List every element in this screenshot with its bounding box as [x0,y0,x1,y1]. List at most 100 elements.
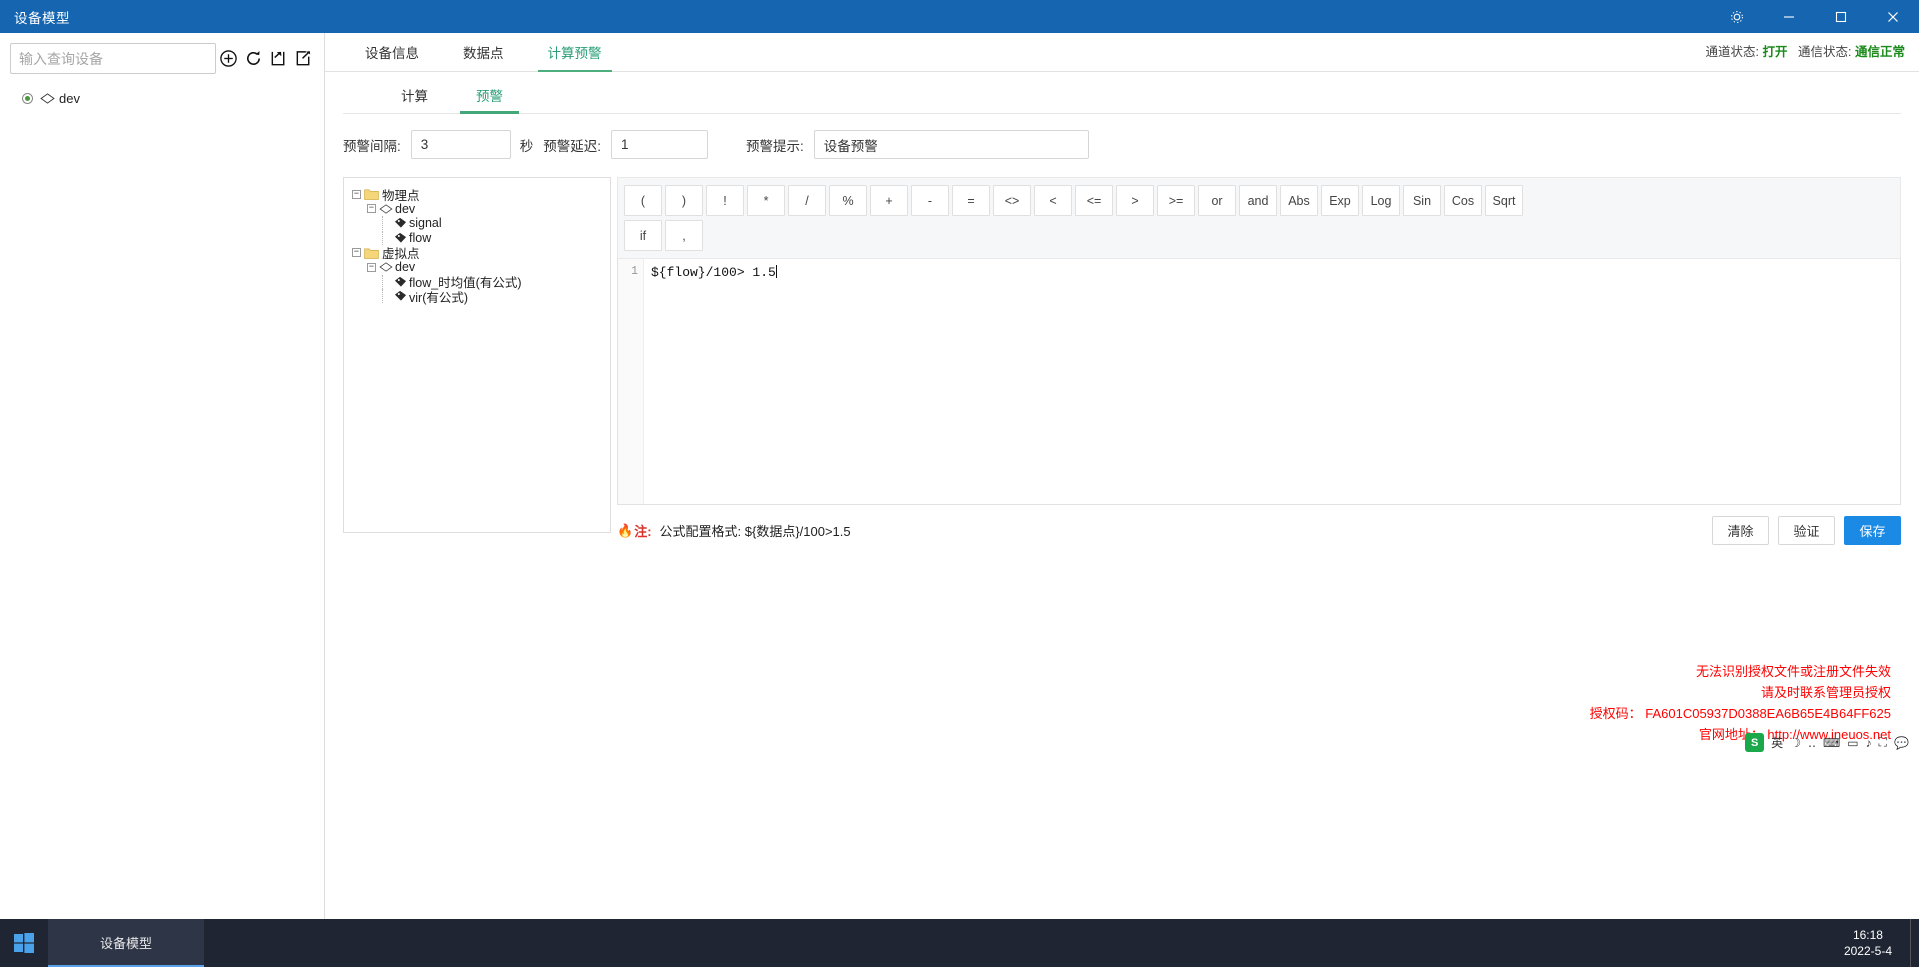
tab-device-info[interactable]: 设备信息 [343,42,441,71]
formula-text-wrapper[interactable]: ${flow}/100> 1.5 [644,259,777,504]
operator-button-14[interactable]: or [1198,185,1236,216]
tree-indent-line [382,289,394,304]
alarm-interval-input[interactable] [410,130,511,159]
taskbar-item-device-model[interactable]: 设备模型 [48,919,204,967]
point-tree-item[interactable]: signal [352,216,610,231]
ime-logo-icon[interactable]: S [1745,733,1765,752]
search-input[interactable] [10,43,216,74]
point-tree-item[interactable]: − 虚拟点 [352,245,610,261]
formula-text: ${flow}/100> 1.5 [651,265,776,280]
operator-button-18[interactable]: Log [1362,185,1400,216]
note-label: 注: [634,524,652,539]
clock-date: 2022-5-4 [1843,944,1892,958]
app-title: 设备模型 [14,10,70,26]
settings-icon[interactable] [1711,0,1763,33]
subtab-calc[interactable]: 计算 [377,85,452,113]
operator-button-3[interactable]: * [747,185,785,216]
operator-button-5[interactable]: % [829,185,867,216]
tree-collapse-toggle[interactable]: − [352,248,361,258]
operator-button-13[interactable]: >= [1157,185,1195,216]
tab-data-points[interactable]: 数据点 [441,42,526,71]
taskbar: 设备模型 16:18 2022-5-4 [0,919,1919,967]
refresh-arrow-icon [247,51,261,65]
alarm-interval-unit: 秒 [519,138,534,154]
operator-row-primary: ()! * /% + - = <> < <= > >= or and Abs Exp Log Sin Cos Sqr… [624,185,1894,216]
import-icon[interactable] [266,44,291,74]
window-controls [1711,0,1919,33]
note-text: 公式配置格式: ${数据点}/100>1.5 [659,524,851,539]
show-desktop-button[interactable] [1910,919,1919,967]
taskbar-item-label: 设备模型 [99,935,152,951]
operator-button-8[interactable]: = [952,185,990,216]
ime-language-label[interactable]: 英 [1771,734,1783,751]
formula-column: ()! * /% + - = <> < <= > >= or and Abs Exp Log Sin Cos Sqr… [617,177,1901,545]
ime-dots-icon[interactable]: ‥ [1808,736,1816,750]
alarm-interval-label: 预警间隔: [343,138,401,154]
start-button[interactable] [0,919,48,967]
operator-button-11[interactable]: <= [1075,185,1113,216]
alarm-delay-input[interactable] [611,130,709,159]
ime-moon-icon[interactable]: ☽ [1790,736,1801,750]
operator-button-9[interactable]: <> [993,185,1031,216]
subtab-alarm[interactable]: 预警 [452,85,527,114]
operator-button-16[interactable]: Abs [1280,185,1318,216]
refresh-icon[interactable] [241,44,266,74]
ime-keyboard-icon[interactable]: ⌨ [1823,736,1840,750]
export-icon[interactable] [291,44,316,74]
comm-status-value: 通信正常 [1854,45,1905,59]
close-icon [1888,11,1898,22]
point-tree-item[interactable]: flow_时均值(有公式) [352,274,610,290]
device-icon [379,262,393,272]
line-number: 1 [631,265,638,278]
ime-speech-icon[interactable]: 💬 [1894,736,1909,750]
operator-button-12[interactable]: > [1116,185,1154,216]
formula-editor[interactable]: 1 ${flow}/100> 1.5 [617,259,1901,505]
operator-button-4[interactable]: / [788,185,826,216]
taskbar-clock[interactable]: 16:18 2022-5-4 [1844,927,1892,959]
operator-button-2-1[interactable]: , [665,220,703,251]
tree-collapse-toggle[interactable]: − [367,204,376,214]
tab-calc-alarm[interactable]: 计算预警 [526,42,624,72]
operator-button-7[interactable]: - [911,185,949,216]
operator-button-0[interactable]: ( [624,185,662,216]
operator-button-1[interactable]: ) [665,185,703,216]
windows-logo-icon [14,933,34,953]
maximize-button[interactable] [1815,0,1867,33]
alarm-settings-form: 预警间隔: 秒 预警延迟: 预警提示: [325,114,1919,159]
operator-button-2[interactable]: ! [706,185,744,216]
operator-button-10[interactable]: < [1034,185,1072,216]
operator-button-20[interactable]: Cos [1444,185,1482,216]
device-tree-item[interactable]: dev [14,88,324,109]
line-number-gutter: 1 [618,259,644,504]
minimize-button[interactable] [1763,0,1815,33]
add-device-icon[interactable] [216,44,241,74]
point-tree-item[interactable]: − 物理点 [352,187,610,203]
ime-music-icon[interactable]: ♪ [1866,736,1872,750]
license-code: 授权码： FA601C05937D0388EA6B65E4B64FF625 [1589,706,1891,721]
operator-button-15[interactable]: and [1239,185,1277,216]
tag-icon [394,218,407,229]
operator-button-6[interactable]: + [870,185,908,216]
folder-icon [364,189,379,201]
maximize-icon [1835,11,1847,22]
radio-selected-icon[interactable] [22,93,33,104]
operator-button-17[interactable]: Exp [1321,185,1359,216]
clock-time: 16:18 [1852,928,1883,942]
ime-expand-icon[interactable]: ⛶ [1879,735,1887,750]
verify-button[interactable]: 验证 [1778,516,1835,545]
close-button[interactable] [1867,0,1919,33]
operator-button-19[interactable]: Sin [1403,185,1441,216]
operator-button-2-0[interactable]: if [624,220,662,251]
sub-tabs: 计算 预警 [343,72,1901,114]
point-tree-item[interactable]: − dev [352,202,610,217]
device-tree-item-label: dev [59,91,80,106]
tree-collapse-toggle[interactable]: − [367,262,376,272]
operator-button-21[interactable]: Sqrt [1485,185,1523,216]
ime-panel-icon[interactable]: ▭ [1847,736,1858,750]
tag-icon [394,276,407,287]
export-box-icon [296,51,311,66]
save-button[interactable]: 保存 [1844,516,1901,545]
clear-button[interactable]: 清除 [1712,516,1769,545]
tree-collapse-toggle[interactable]: − [352,189,361,199]
alarm-tip-input[interactable] [813,130,1089,159]
